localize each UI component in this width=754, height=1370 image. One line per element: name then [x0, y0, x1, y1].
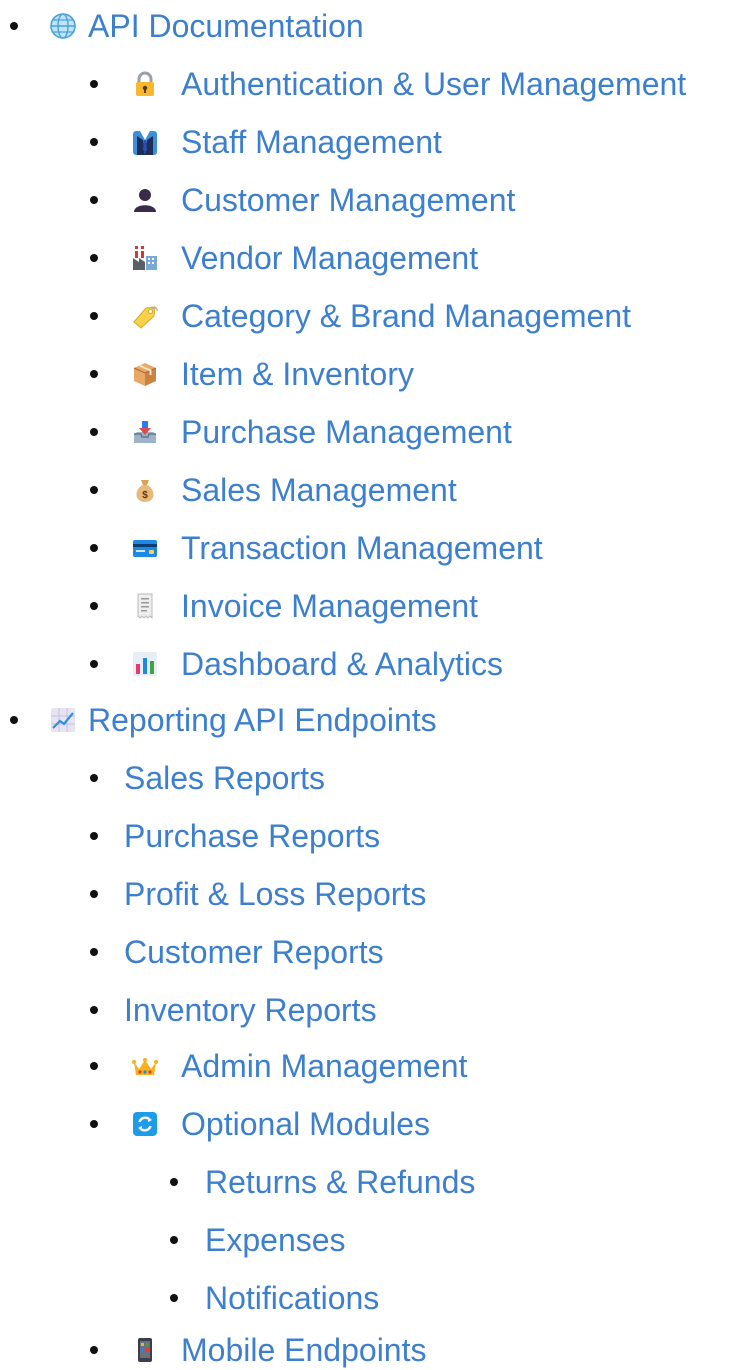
toc-link-profit-loss-reports[interactable]: Profit & Loss Reports: [124, 874, 426, 914]
bullet: [90, 774, 98, 782]
money-bag-icon: $: [130, 475, 160, 505]
bullet: [170, 1236, 178, 1244]
bullet: [90, 1346, 98, 1354]
bullet: [90, 890, 98, 898]
toc-link-invoice[interactable]: Invoice Management: [181, 586, 478, 626]
toc-item-authentication: Authentication & User Management: [0, 64, 686, 104]
credit-card-icon: [130, 533, 160, 563]
toc-link-authentication[interactable]: Authentication & User Management: [181, 64, 686, 104]
bullet: [90, 544, 98, 552]
toc-link-dashboard[interactable]: Dashboard & Analytics: [181, 644, 503, 684]
tag-icon: [130, 301, 160, 331]
toc-link-api-documentation[interactable]: API Documentation: [88, 6, 364, 46]
bullet: [90, 428, 98, 436]
toc-item-invoice: Invoice Management: [0, 586, 478, 626]
bullet: [90, 138, 98, 146]
chart-increasing-icon: [48, 705, 78, 735]
toc-link-expenses[interactable]: Expenses: [205, 1220, 346, 1260]
toc-item-staff: Staff Management: [0, 122, 442, 162]
toc-item-transaction: Transaction Management: [0, 528, 543, 568]
toc-link-purchase-reports[interactable]: Purchase Reports: [124, 816, 380, 856]
toc-link-customer[interactable]: Customer Management: [181, 180, 515, 220]
toc-item-customer-reports: Customer Reports: [0, 932, 384, 972]
toc-item-sales: $ Sales Management: [0, 470, 457, 510]
toc-link-admin[interactable]: Admin Management: [181, 1046, 467, 1086]
bullet: [90, 1062, 98, 1070]
bullet: [90, 1006, 98, 1014]
bullet: [90, 196, 98, 204]
bullet: [10, 22, 18, 30]
toc-item-profit-loss-reports: Profit & Loss Reports: [0, 874, 426, 914]
toc-link-purchase[interactable]: Purchase Management: [181, 412, 512, 452]
mobile-phone-icon: [130, 1335, 160, 1365]
bullet: [10, 716, 18, 724]
bar-chart-icon: [130, 649, 160, 679]
toc-link-inventory-reports[interactable]: Inventory Reports: [124, 990, 377, 1030]
bullet: [170, 1178, 178, 1186]
toc-item-api-documentation: API Documentation: [0, 6, 364, 46]
bullet: [90, 602, 98, 610]
toc-item-returns-refunds: Returns & Refunds: [0, 1162, 475, 1202]
toc-link-reporting[interactable]: Reporting API Endpoints: [88, 700, 437, 740]
toc-link-mobile[interactable]: Mobile Endpoints: [181, 1330, 426, 1370]
bullet: [90, 254, 98, 262]
toc-item-inventory-reports: Inventory Reports: [0, 990, 377, 1030]
lock-key-icon: [130, 69, 160, 99]
toc-item-reporting: Reporting API Endpoints: [0, 700, 437, 740]
table-of-contents: API Documentation Authentication & User …: [0, 0, 754, 1368]
toc-link-category-brand[interactable]: Category & Brand Management: [181, 296, 631, 336]
toc-item-purchase: Purchase Management: [0, 412, 512, 452]
toc-link-vendor[interactable]: Vendor Management: [181, 238, 478, 278]
refresh-icon: [130, 1109, 160, 1139]
suit-person-icon: [130, 127, 160, 157]
bullet: [90, 370, 98, 378]
toc-link-customer-reports[interactable]: Customer Reports: [124, 932, 384, 972]
bullet: [90, 660, 98, 668]
bullet: [90, 832, 98, 840]
toc-item-vendor: Vendor Management: [0, 238, 478, 278]
globe-icon: [48, 11, 78, 41]
toc-item-expenses: Expenses: [0, 1220, 346, 1260]
bullet: [90, 312, 98, 320]
package-icon: [130, 359, 160, 389]
toc-link-notifications[interactable]: Notifications: [205, 1278, 379, 1318]
factory-icon: [130, 243, 160, 273]
person-silhouette-icon: [130, 185, 160, 215]
toc-link-sales-reports[interactable]: Sales Reports: [124, 758, 325, 798]
toc-link-staff[interactable]: Staff Management: [181, 122, 442, 162]
bullet: [90, 486, 98, 494]
toc-link-returns-refunds[interactable]: Returns & Refunds: [205, 1162, 475, 1202]
toc-link-transaction[interactable]: Transaction Management: [181, 528, 543, 568]
bullet: [90, 80, 98, 88]
toc-item-admin: Admin Management: [0, 1046, 467, 1086]
toc-item-dashboard: Dashboard & Analytics: [0, 644, 503, 684]
toc-link-item-inventory[interactable]: Item & Inventory: [181, 354, 414, 394]
toc-item-item-inventory: Item & Inventory: [0, 354, 414, 394]
toc-item-purchase-reports: Purchase Reports: [0, 816, 380, 856]
toc-link-sales[interactable]: Sales Management: [181, 470, 457, 510]
crown-icon: [130, 1051, 160, 1081]
toc-item-customer: Customer Management: [0, 180, 515, 220]
bullet: [170, 1294, 178, 1302]
toc-item-notifications: Notifications: [0, 1278, 379, 1318]
receipt-icon: [130, 591, 160, 621]
toc-item-category-brand: Category & Brand Management: [0, 296, 631, 336]
toc-item-optional-modules: Optional Modules: [0, 1104, 430, 1144]
toc-item-mobile: Mobile Endpoints: [0, 1330, 426, 1370]
bullet: [90, 1120, 98, 1128]
inbox-tray-icon: [130, 417, 160, 447]
toc-item-sales-reports: Sales Reports: [0, 758, 325, 798]
toc-link-optional-modules[interactable]: Optional Modules: [181, 1104, 430, 1144]
svg-text:$: $: [142, 490, 148, 501]
bullet: [90, 948, 98, 956]
